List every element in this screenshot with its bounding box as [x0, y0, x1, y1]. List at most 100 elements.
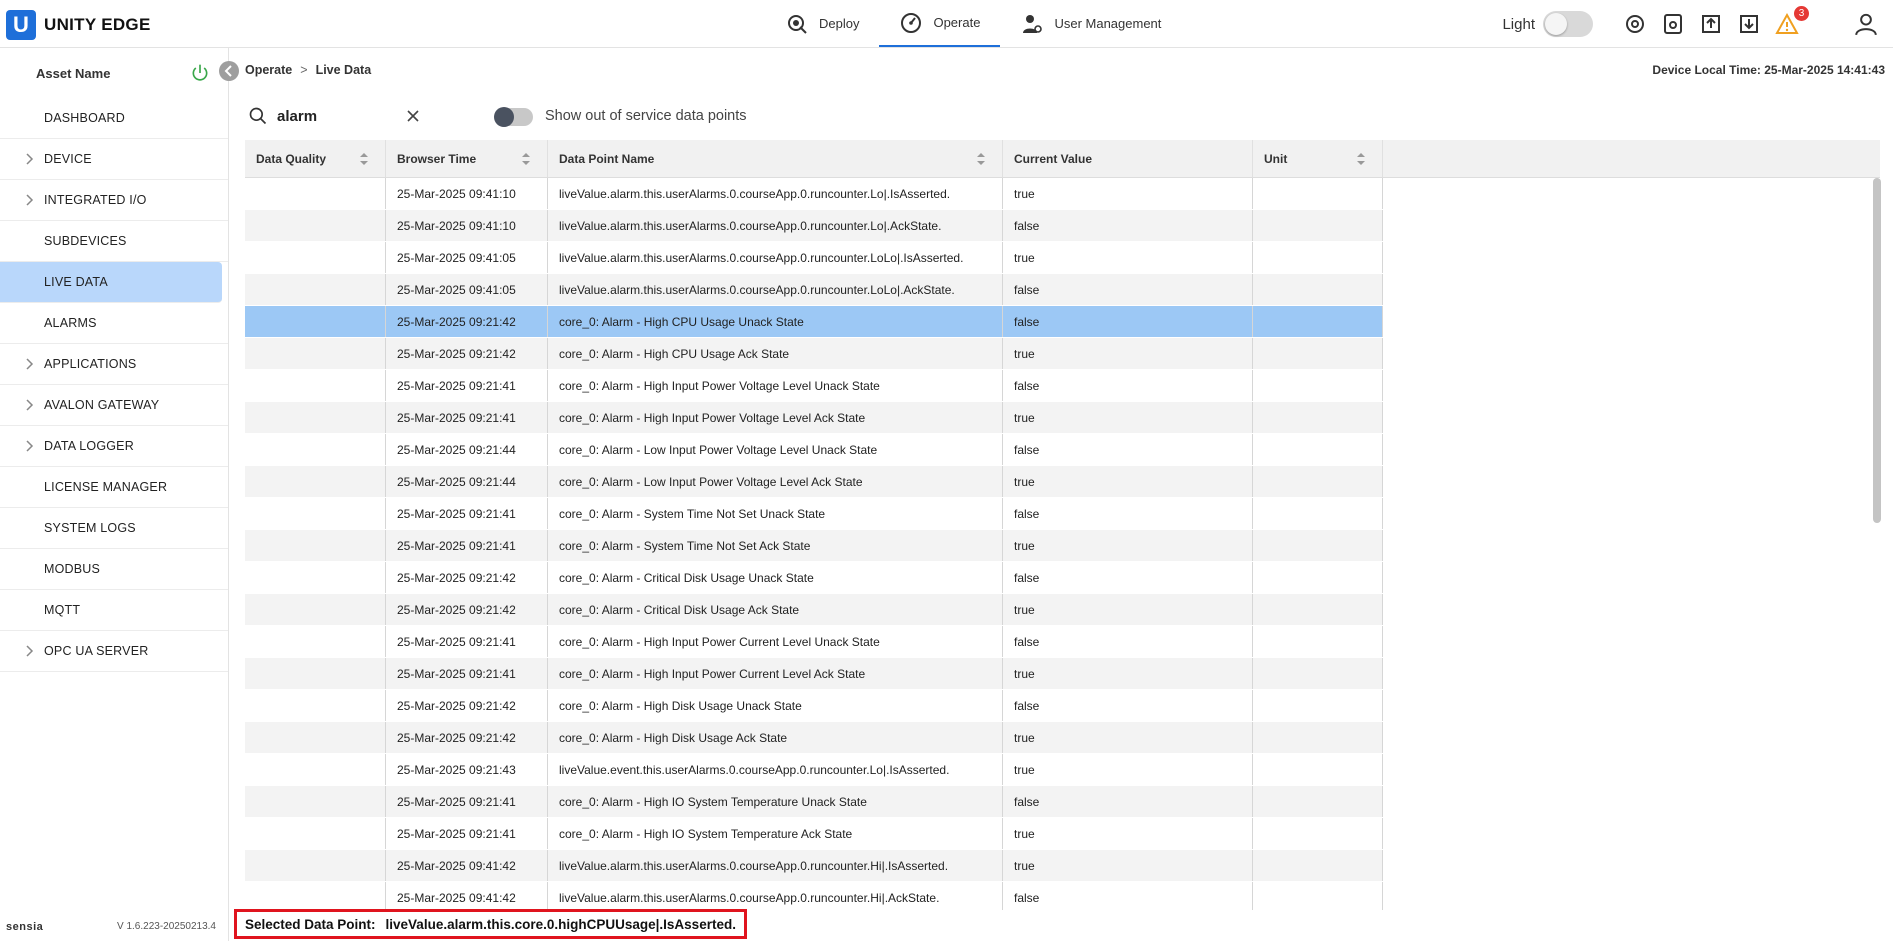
device-snapshot-icon[interactable] — [1661, 12, 1685, 36]
data-point-name-cell: core_0: Alarm - High IO System Temperatu… — [548, 818, 1003, 849]
table-row[interactable]: 25-Mar-2025 09:21:42 core_0: Alarm - Crit… — [245, 594, 1880, 626]
header-current-value[interactable]: Current Value — [1003, 140, 1253, 177]
table-row[interactable]: 25-Mar-2025 09:41:42 liveValue.alarm.this… — [245, 850, 1880, 882]
sidebar-item-label: DEVICE — [44, 152, 92, 166]
settings-eye-icon[interactable] — [1623, 12, 1647, 36]
sidebar-item-dashboard[interactable]: DASHBOARD — [0, 98, 228, 139]
current-value-cell: true — [1003, 178, 1253, 209]
header-label: Data Quality — [256, 151, 327, 166]
out-of-service-toggle[interactable] — [494, 107, 533, 127]
breadcrumb: Operate > Live Data — [245, 63, 371, 77]
tab-deploy[interactable]: Deploy — [765, 0, 879, 47]
upload-icon[interactable] — [1699, 12, 1723, 36]
sidebar-item-device[interactable]: DEVICE — [0, 139, 228, 180]
search-input[interactable] — [277, 104, 397, 128]
collapse-sidebar-button[interactable] — [219, 61, 239, 81]
sidebar-item-integrated-i-o[interactable]: INTEGRATED I/O — [0, 180, 228, 221]
sidebar-item-license-manager[interactable]: LICENSE MANAGER — [0, 467, 228, 508]
data-point-name-cell: core_0: Alarm - High IO System Temperatu… — [548, 786, 1003, 817]
sidebar-item-system-logs[interactable]: SYSTEM LOGS — [0, 508, 228, 549]
table-row[interactable]: 25-Mar-2025 09:21:42 core_0: Alarm - High… — [245, 722, 1880, 754]
table-row[interactable]: 25-Mar-2025 09:21:41 core_0: Alarm - High… — [245, 402, 1880, 434]
search-icon — [249, 107, 267, 125]
table-row[interactable]: 25-Mar-2025 09:21:44 core_0: Alarm - Low … — [245, 434, 1880, 466]
power-icon[interactable] — [190, 63, 210, 83]
row-filler — [1383, 850, 1880, 881]
sidebar-item-opc-ua-server[interactable]: OPC UA SERVER — [0, 631, 228, 672]
app-logo[interactable]: U — [6, 10, 36, 40]
table-row[interactable]: 25-Mar-2025 09:21:41 core_0: Alarm - High… — [245, 370, 1880, 402]
sidebar-item-alarms[interactable]: ALARMS — [0, 303, 228, 344]
tab-label: Deploy — [819, 16, 860, 31]
current-value-cell: true — [1003, 466, 1253, 497]
data-point-name-cell: liveValue.alarm.this.userAlarms.0.course… — [548, 178, 1003, 209]
theme-toggle[interactable] — [1543, 11, 1593, 37]
table-row[interactable]: 25-Mar-2025 09:21:41 core_0: Alarm - Syst… — [245, 498, 1880, 530]
browser-time-cell: 25-Mar-2025 09:21:42 — [386, 722, 548, 753]
chevron-right-icon — [26, 358, 34, 370]
clear-search-icon[interactable] — [405, 108, 421, 124]
row-filler — [1383, 178, 1880, 209]
table-row[interactable]: 25-Mar-2025 09:21:42 core_0: Alarm - Crit… — [245, 562, 1880, 594]
breadcrumb-operate[interactable]: Operate — [245, 63, 292, 77]
sort-icon[interactable] — [976, 152, 986, 166]
table-row[interactable]: 25-Mar-2025 09:21:41 core_0: Alarm - High… — [245, 786, 1880, 818]
header-data-point-name[interactable]: Data Point Name — [548, 140, 1003, 177]
table-row[interactable]: 25-Mar-2025 09:41:10 liveValue.alarm.this… — [245, 178, 1880, 210]
top-bar: U UNITY EDGE Deploy Operate User Managem… — [0, 0, 1893, 48]
sidebar-item-applications[interactable]: APPLICATIONS — [0, 344, 228, 385]
unit-cell — [1253, 850, 1383, 881]
row-filler — [1383, 466, 1880, 497]
current-value-cell: true — [1003, 818, 1253, 849]
table-row[interactable]: 25-Mar-2025 09:41:42 liveValue.alarm.this… — [245, 882, 1880, 910]
browser-time-cell: 25-Mar-2025 09:21:41 — [386, 370, 548, 401]
sidebar-item-label: INTEGRATED I/O — [44, 193, 147, 207]
sidebar-item-subdevices[interactable]: SUBDEVICES — [0, 221, 228, 262]
tab-user-management[interactable]: User Management — [1000, 0, 1181, 47]
warning-icon[interactable]: 3 — [1775, 6, 1809, 36]
header-label: Current Value — [1014, 151, 1093, 166]
table-row[interactable]: 25-Mar-2025 09:41:10 liveValue.alarm.this… — [245, 210, 1880, 242]
row-filler — [1383, 370, 1880, 401]
table-row[interactable]: 25-Mar-2025 09:21:41 core_0: Alarm - Syst… — [245, 530, 1880, 562]
unit-cell — [1253, 338, 1383, 369]
sort-icon[interactable] — [359, 152, 369, 166]
sort-icon[interactable] — [521, 152, 531, 166]
table-row[interactable]: 25-Mar-2025 09:21:42 core_0: Alarm - High… — [245, 338, 1880, 370]
sidebar-item-avalon-gateway[interactable]: AVALON GATEWAY — [0, 385, 228, 426]
sort-icon[interactable] — [1356, 152, 1366, 166]
unit-cell — [1253, 722, 1383, 753]
download-icon[interactable] — [1737, 12, 1761, 36]
table-row[interactable]: 25-Mar-2025 09:21:42 core_0: Alarm - High… — [245, 306, 1880, 338]
table-row[interactable]: 25-Mar-2025 09:21:41 core_0: Alarm - High… — [245, 626, 1880, 658]
data-quality-cell — [245, 210, 386, 241]
sidebar-item-mqtt[interactable]: MQTT — [0, 590, 228, 631]
data-quality-cell — [245, 722, 386, 753]
sidebar-item-data-logger[interactable]: DATA LOGGER — [0, 426, 228, 467]
tab-operate[interactable]: Operate — [879, 0, 1001, 47]
chevron-right-icon — [26, 440, 34, 452]
data-point-name-cell: core_0: Alarm - Low Input Power Voltage … — [548, 434, 1003, 465]
table-row[interactable]: 25-Mar-2025 09:21:44 core_0: Alarm - Low … — [245, 466, 1880, 498]
table-row[interactable]: 25-Mar-2025 09:41:05 liveValue.alarm.this… — [245, 242, 1880, 274]
table-scrollbar[interactable] — [1873, 178, 1881, 523]
header-data-quality[interactable]: Data Quality — [245, 140, 386, 177]
alert-count-badge: 3 — [1794, 6, 1809, 21]
sidebar-item-live-data[interactable]: LIVE DATA — [0, 262, 222, 303]
table-row[interactable]: 25-Mar-2025 09:41:05 liveValue.alarm.this… — [245, 274, 1880, 306]
browser-time-cell: 25-Mar-2025 09:21:41 — [386, 402, 548, 433]
header-browser-time[interactable]: Browser Time — [386, 140, 548, 177]
data-point-name-cell: core_0: Alarm - High CPU Usage Ack State — [548, 338, 1003, 369]
table-row[interactable]: 25-Mar-2025 09:21:42 core_0: Alarm - High… — [245, 690, 1880, 722]
table-row[interactable]: 25-Mar-2025 09:21:41 core_0: Alarm - High… — [245, 818, 1880, 850]
row-filler — [1383, 626, 1880, 657]
table-row[interactable]: 25-Mar-2025 09:21:41 core_0: Alarm - High… — [245, 658, 1880, 690]
user-avatar-icon[interactable] — [1853, 11, 1879, 37]
table-row[interactable]: 25-Mar-2025 09:21:43 liveValue.event.this… — [245, 754, 1880, 786]
current-value-cell: true — [1003, 850, 1253, 881]
sidebar-item-modbus[interactable]: MODBUS — [0, 549, 228, 590]
browser-time-cell: 25-Mar-2025 09:41:05 — [386, 274, 548, 305]
sidebar-item-label: APPLICATIONS — [44, 357, 137, 371]
header-unit[interactable]: Unit — [1253, 140, 1383, 177]
current-value-cell: true — [1003, 402, 1253, 433]
